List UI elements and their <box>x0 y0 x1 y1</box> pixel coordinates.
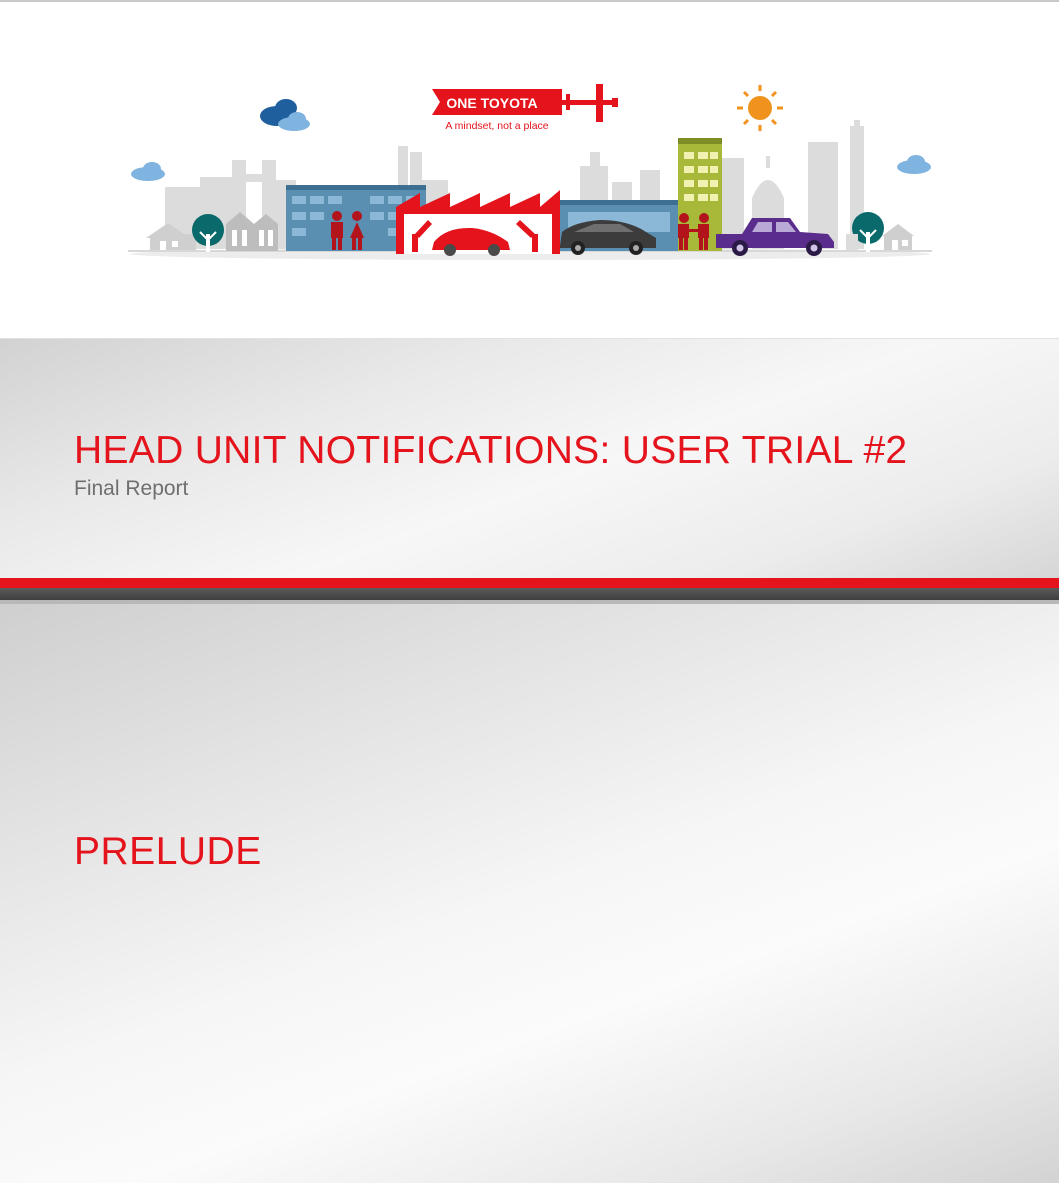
section-title: PRELUDE <box>74 830 262 873</box>
cityscape-illustration: ONE TOYOTA A mindset, not a place <box>128 84 932 260</box>
sun-icon <box>737 85 783 131</box>
airplane-icon <box>560 84 618 122</box>
divider-dark-band <box>0 588 1059 600</box>
tagline-text: A mindset, not a place <box>445 120 548 132</box>
cityscape-banner: ONE TOYOTA A mindset, not a place <box>0 2 1059 338</box>
row-houses-icon <box>226 212 278 251</box>
section-slide: PRELUDE <box>0 604 1059 1183</box>
title-slide: HEAD UNIT NOTIFICATIONS: USER TRIAL #2 F… <box>0 338 1059 579</box>
brand-ribbon: ONE TOYOTA A mindset, not a place <box>432 89 562 132</box>
divider-red-band <box>0 578 1059 588</box>
report-subtitle: Final Report <box>74 477 189 500</box>
report-title: HEAD UNIT NOTIFICATIONS: USER TRIAL #2 <box>74 429 908 472</box>
brand-text: ONE TOYOTA <box>446 95 537 111</box>
tower-building-icon <box>678 138 722 251</box>
